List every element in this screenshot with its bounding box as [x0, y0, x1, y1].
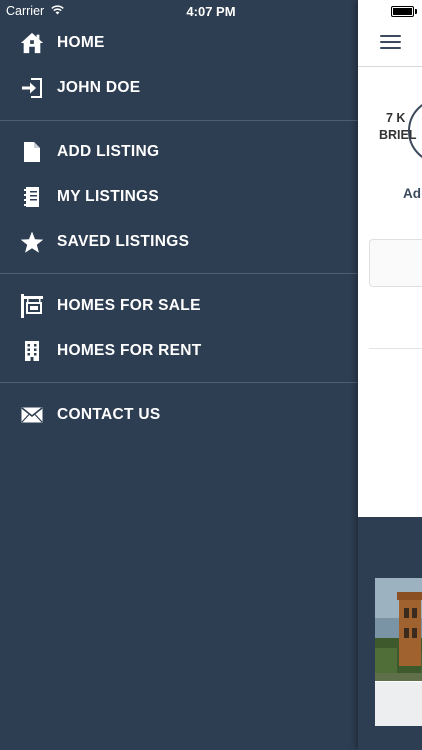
menu-item-label: CONTACT US — [57, 406, 161, 423]
menu-item-label: HOME — [57, 34, 105, 51]
menu-divider — [0, 273, 358, 274]
content-divider — [369, 348, 422, 349]
battery-icon — [391, 6, 417, 17]
main-content-panel[interactable]: Ad 7 K BRIEL — [358, 0, 422, 750]
listing-card[interactable] — [375, 578, 422, 726]
listing-title: 7 K — [386, 111, 406, 125]
envelope-icon — [20, 403, 44, 427]
building-icon — [20, 339, 44, 363]
menu-item-label: MY LISTINGS — [57, 188, 160, 205]
side-menu: HOME JOHN DOE ADD LISTING MY LISTINGS SA… — [0, 0, 358, 750]
document-icon — [20, 140, 44, 164]
menu-divider — [0, 120, 358, 121]
menu-item-my-listings[interactable]: MY LISTINGS — [0, 175, 358, 219]
sign-in-icon — [20, 76, 44, 100]
menu-item-label: SAVED LISTINGS — [57, 233, 190, 250]
menu-item-contact-us[interactable]: CONTACT US — [0, 393, 358, 437]
menu-item-homes-for-sale[interactable]: HOMES FOR SALE — [0, 284, 358, 328]
menu-item-add-listing[interactable]: ADD LISTING — [0, 130, 358, 174]
for-sale-sign-icon — [20, 294, 44, 318]
hamburger-menu-icon[interactable] — [380, 35, 401, 49]
menu-item-label: HOMES FOR RENT — [57, 342, 202, 359]
home-icon — [20, 31, 44, 55]
listing-caption — [375, 682, 422, 726]
star-icon — [20, 230, 44, 254]
menu-item-label: ADD LISTING — [57, 143, 160, 160]
menu-item-saved-listings[interactable]: SAVED LISTINGS — [0, 220, 358, 264]
partial-label: Ad — [403, 186, 421, 201]
menu-item-john-doe[interactable]: JOHN DOE — [0, 66, 358, 110]
search-input[interactable] — [369, 239, 422, 287]
menu-item-home[interactable]: HOME — [0, 21, 358, 65]
menu-item-label: JOHN DOE — [57, 79, 141, 96]
status-bar: Carrier 4:07 PM — [0, 0, 422, 22]
menu-item-homes-for-rent[interactable]: HOMES FOR RENT — [0, 329, 358, 373]
listing-photo — [375, 578, 422, 681]
listing-subtitle: BRIEL — [379, 128, 417, 142]
menu-item-label: HOMES FOR SALE — [57, 297, 201, 314]
menu-divider — [0, 382, 358, 383]
clock-time: 4:07 PM — [186, 4, 236, 19]
notebook-icon — [20, 185, 44, 209]
